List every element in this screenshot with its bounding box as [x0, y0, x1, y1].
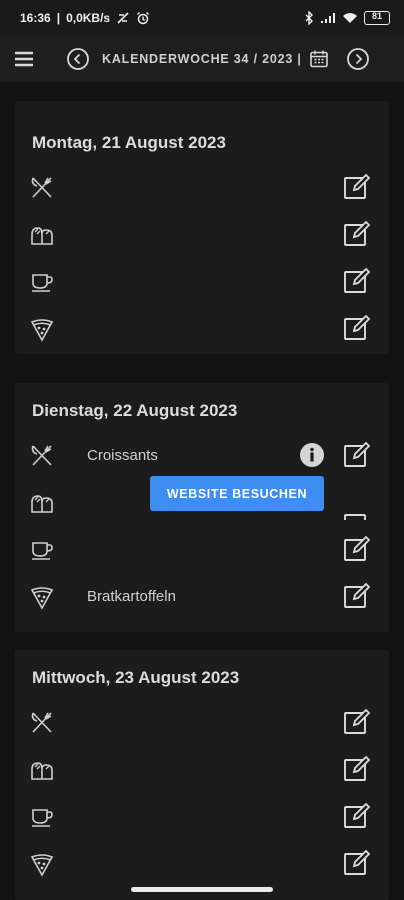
meal-row-breakfast: Croissants [15, 433, 389, 479]
edit-icon[interactable] [343, 267, 371, 295]
edit-icon[interactable] [343, 173, 371, 201]
visit-website-button[interactable]: WEBSITE BESUCHEN [150, 476, 324, 511]
data-saver-icon [116, 11, 130, 25]
day-card: Mittwoch, 23 August 2023 [15, 650, 389, 900]
info-icon[interactable] [299, 442, 325, 468]
coffee-cup-icon [29, 804, 55, 830]
meal-row-pizza: Bratkartoffeln [15, 574, 389, 620]
meal-row-pizza [15, 306, 389, 352]
day-card: Montag, 21 August 2023 [15, 101, 389, 354]
edit-icon[interactable] [343, 755, 371, 783]
wifi-icon [342, 12, 358, 24]
pizza-icon [29, 851, 55, 877]
edit-icon[interactable] [343, 510, 371, 520]
bread-icon [29, 222, 55, 248]
cutlery-icon [29, 175, 55, 201]
cutlery-icon [29, 443, 55, 469]
status-bar: 16:36 | 0,0KB/s 81 [0, 0, 404, 36]
meal-row-breakfast [15, 700, 389, 746]
chevron-left-icon[interactable] [66, 47, 90, 71]
bread-icon [29, 490, 55, 516]
meal-row-breakfast [15, 165, 389, 211]
bluetooth-icon [304, 11, 314, 25]
calendar-icon[interactable] [308, 48, 330, 70]
edit-icon[interactable] [343, 708, 371, 736]
home-indicator[interactable] [131, 887, 273, 892]
menu-icon[interactable] [12, 47, 36, 71]
cutlery-icon [29, 710, 55, 736]
meal-row-bread [15, 747, 389, 793]
meal-row-pizza [15, 841, 389, 887]
meal-text: Croissants [87, 447, 158, 464]
day-title: Montag, 21 August 2023 [32, 133, 226, 152]
day-title: Mittwoch, 23 August 2023 [32, 668, 240, 687]
meal-row-coffee [15, 794, 389, 840]
meal-text: Bratkartoffeln [87, 588, 176, 605]
chevron-right-icon[interactable] [346, 47, 370, 71]
app-bar: KALENDERWOCHE 34 / 2023 | [0, 36, 404, 82]
meal-row-coffee [15, 259, 389, 305]
coffee-cup-icon [29, 537, 55, 563]
network-speed: 0,0KB/s [66, 11, 111, 25]
bread-icon [29, 757, 55, 783]
edit-icon[interactable] [343, 802, 371, 830]
alarm-icon [136, 11, 150, 25]
battery-icon: 81 [364, 11, 390, 25]
week-label: KALENDERWOCHE 34 / 2023 | [102, 52, 302, 66]
edit-icon[interactable] [343, 535, 371, 563]
edit-icon[interactable] [343, 314, 371, 342]
edit-icon[interactable] [343, 441, 371, 469]
meal-row-bread [15, 212, 389, 258]
coffee-cup-icon [29, 269, 55, 295]
signal-icon [320, 12, 336, 24]
clock: 16:36 [20, 11, 51, 25]
day-title: Dienstag, 22 August 2023 [32, 401, 238, 420]
edit-icon[interactable] [343, 220, 371, 248]
edit-icon[interactable] [343, 849, 371, 877]
edit-icon[interactable] [343, 582, 371, 610]
pizza-icon [29, 316, 55, 342]
pizza-icon [29, 584, 55, 610]
meal-row-coffee [15, 527, 389, 573]
